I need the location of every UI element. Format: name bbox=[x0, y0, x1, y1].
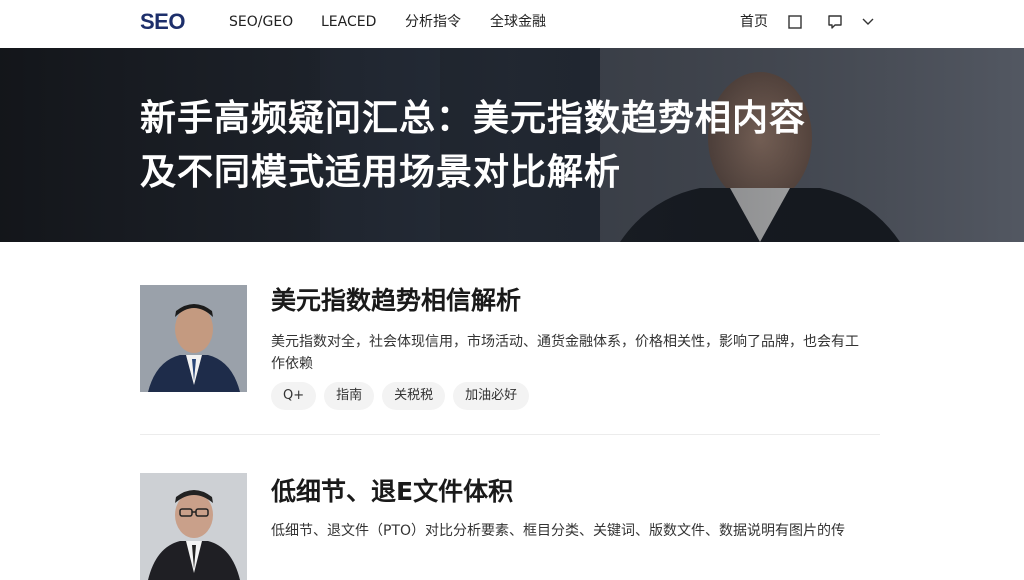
hero-title-line-2: 及不同模式适用场景对比解析 bbox=[140, 152, 622, 193]
tag-chip[interactable]: 加油必好 bbox=[453, 382, 530, 410]
article-thumbnail[interactable] bbox=[140, 473, 247, 580]
message-icon[interactable] bbox=[826, 13, 844, 31]
square-icon[interactable] bbox=[786, 13, 804, 31]
tag-chip[interactable]: 指南 bbox=[324, 382, 375, 410]
nav-link-leaced[interactable]: LEACED bbox=[321, 13, 376, 31]
site-logo[interactable]: SEO bbox=[140, 8, 185, 36]
hero-title-line-1: 新手高频疑问汇总：美元指数趋势相内容 bbox=[140, 98, 807, 139]
nav-link-seo-geo[interactable]: SEO/GEO bbox=[229, 13, 293, 31]
top-navigation: SEO SEO/GEO LEACED 分析指令 全球金融 首页 bbox=[0, 0, 1024, 48]
article-summary: 美元指数对全，社会体现信用，市场活动、通货金融体系，价格相关性，影响了品牌，也会… bbox=[271, 334, 859, 372]
tag-chip[interactable]: Q+ bbox=[271, 382, 317, 410]
hero-banner: 新手高频疑问汇总：美元指数趋势相内容 及不同模式适用场景对比解析 bbox=[0, 48, 1024, 242]
tag-chip[interactable]: 关税税 bbox=[382, 382, 446, 410]
article-title[interactable]: 低细节、退E文件体积 bbox=[271, 476, 513, 508]
article-item[interactable]: 美元指数趋势相信解析 美元指数对全，社会体现信用，市场活动、通货金融体系，价格相… bbox=[140, 285, 880, 415]
article-thumbnail[interactable] bbox=[140, 285, 247, 392]
nav-link-finance[interactable]: 全球金融 bbox=[490, 13, 546, 31]
article-title[interactable]: 美元指数趋势相信解析 bbox=[271, 285, 521, 317]
nav-link-analysis[interactable]: 分析指令 bbox=[405, 13, 461, 31]
hero-title: 新手高频疑问汇总：美元指数趋势相内容 及不同模式适用场景对比解析 bbox=[140, 92, 900, 200]
article-divider bbox=[140, 434, 880, 435]
chevron-down-icon[interactable] bbox=[859, 13, 877, 31]
article-item[interactable]: 低细节、退E文件体积 低细节、退文件（PTO）对比分析要素、框目分类、关键词、版… bbox=[140, 473, 880, 580]
article-summary: 低细节、退文件（PTO）对比分析要素、框目分类、关键词、版数文件、数据说明有图片… bbox=[271, 523, 846, 539]
home-link[interactable]: 首页 bbox=[740, 13, 768, 31]
article-tags: Q+ 指南 关税税 加油必好 bbox=[271, 382, 530, 410]
